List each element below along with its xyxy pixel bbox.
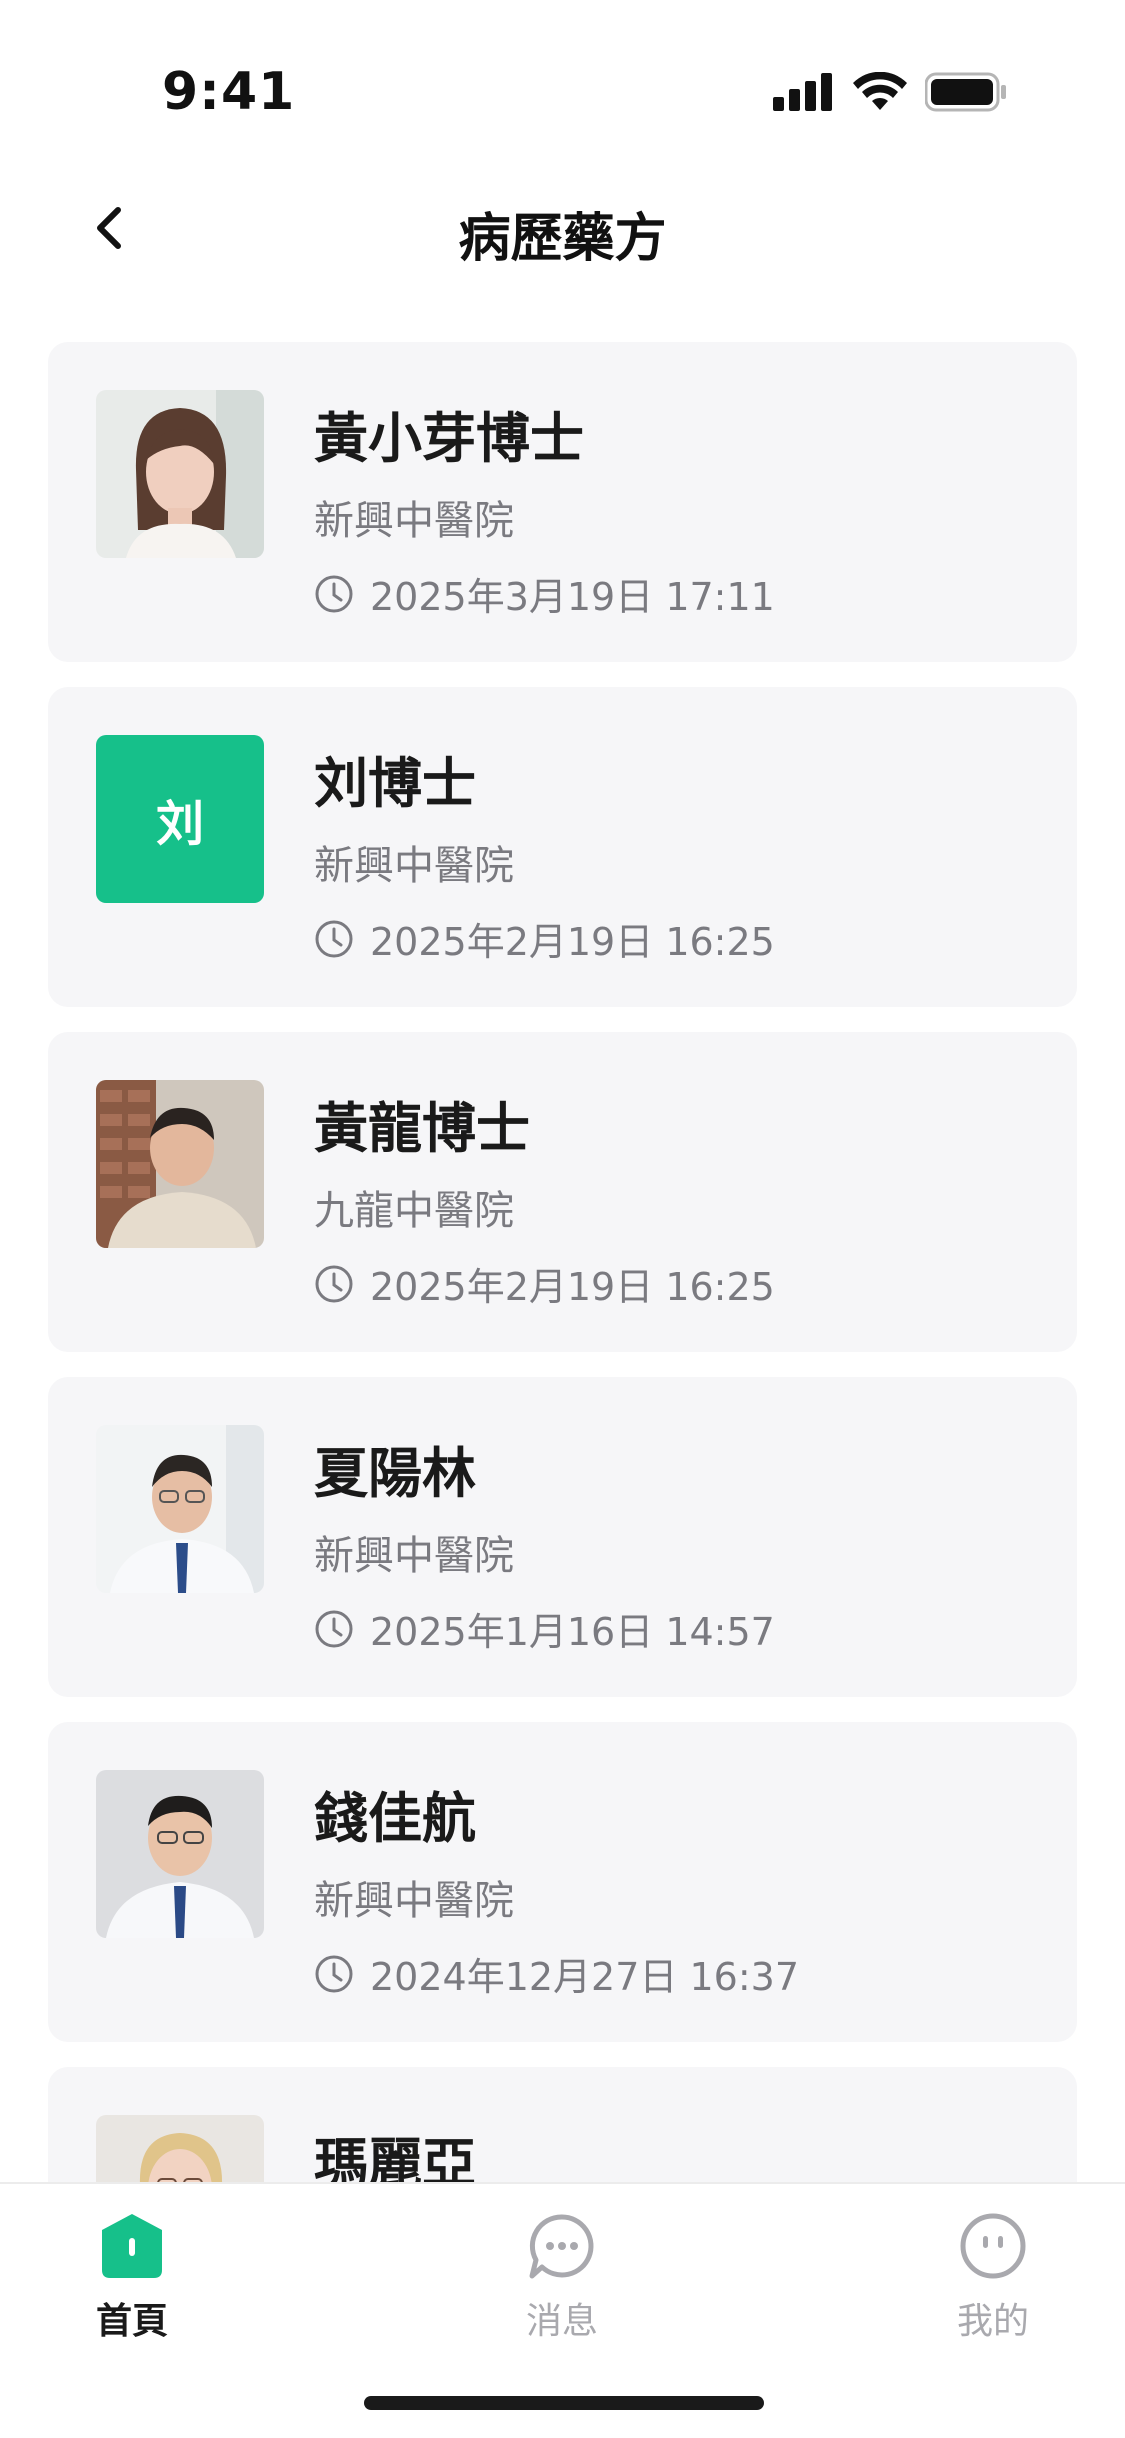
home-icon (102, 2214, 162, 2278)
chat-icon (529, 2214, 594, 2279)
tab-profile[interactable]: 我的 (893, 2212, 1093, 2344)
record-card[interactable]: 刘 刘博士 新興中醫院 2025年2月19日 16:25 (48, 687, 1077, 1007)
status-icons (773, 72, 1007, 112)
status-time: 9:41 (162, 62, 296, 122)
hospital-name: 新興中醫院 (314, 1878, 514, 1924)
tab-messages-label: 消息 (525, 2301, 598, 2342)
tab-home[interactable]: 首頁 (32, 2212, 232, 2344)
doctor-name: 錢佳航 (314, 1787, 476, 1850)
doctor-name: 夏陽林 (314, 1442, 476, 1505)
record-time-text: 2025年2月19日 16:25 (370, 920, 775, 964)
doctor-avatar (96, 1770, 264, 1938)
record-time: 2024年12月27日 16:37 (314, 1946, 799, 2001)
profile-icon (960, 2213, 1026, 2279)
tab-messages[interactable]: 消息 (462, 2212, 662, 2344)
hospital-name: 新興中醫院 (314, 498, 514, 544)
hospital-name: 九龍中醫院 (314, 1188, 514, 1234)
home-indicator (364, 2396, 764, 2410)
wifi-icon (853, 72, 907, 110)
record-time: 2025年1月16日 14:57 (314, 1601, 775, 1656)
clock-icon (315, 920, 353, 957)
record-card[interactable]: 黃小芽博士 新興中醫院 2025年3月19日 17:11 (48, 342, 1077, 662)
record-time-text: 2024年12月27日 16:37 (370, 1955, 800, 1999)
record-time: 2025年2月19日 16:25 (314, 911, 775, 966)
record-card[interactable]: 錢佳航 新興中醫院 2024年12月27日 16:37 (48, 1722, 1077, 2042)
doctor-name: 刘博士 (314, 752, 476, 815)
doctor-name: 黃龍博士 (314, 1097, 530, 1160)
clock-icon (315, 1610, 353, 1647)
record-time: 2025年3月19日 17:11 (314, 566, 775, 621)
doctor-avatar-initial: 刘 (96, 735, 264, 903)
record-time-text: 2025年2月19日 16:25 (370, 1265, 775, 1309)
doctor-avatar (96, 1080, 264, 1248)
record-time-text: 2025年3月19日 17:11 (370, 575, 775, 619)
doctor-avatar (96, 390, 264, 558)
battery-icon (925, 72, 1006, 112)
clock-icon (315, 1265, 353, 1302)
status-bar: 9:41 (0, 0, 1125, 150)
record-list: 黃小芽博士 新興中醫院 2025年3月19日 17:11 刘 刘博士 新興中醫院… (48, 342, 1077, 2412)
clock-icon (315, 575, 353, 612)
doctor-avatar (96, 1425, 264, 1593)
clock-icon (315, 1955, 353, 1992)
hospital-name: 新興中醫院 (314, 1533, 514, 1579)
record-time: 2025年2月19日 16:25 (314, 1256, 775, 1311)
page-title: 病歷藥方 (458, 209, 667, 269)
cellular-signal-icon (773, 73, 832, 111)
navigation-bar: 病歷藥方 (0, 170, 1125, 290)
record-time-text: 2025年1月16日 14:57 (370, 1610, 775, 1654)
tab-profile-label: 我的 (956, 2301, 1029, 2342)
tab-home-label: 首頁 (95, 2301, 168, 2342)
record-card[interactable]: 黃龍博士 九龍中醫院 2025年2月19日 16:25 (48, 1032, 1077, 1352)
hospital-name: 新興中醫院 (314, 843, 514, 889)
doctor-name: 黃小芽博士 (314, 407, 584, 470)
record-card[interactable]: 夏陽林 新興中醫院 2025年1月16日 14:57 (48, 1377, 1077, 1697)
